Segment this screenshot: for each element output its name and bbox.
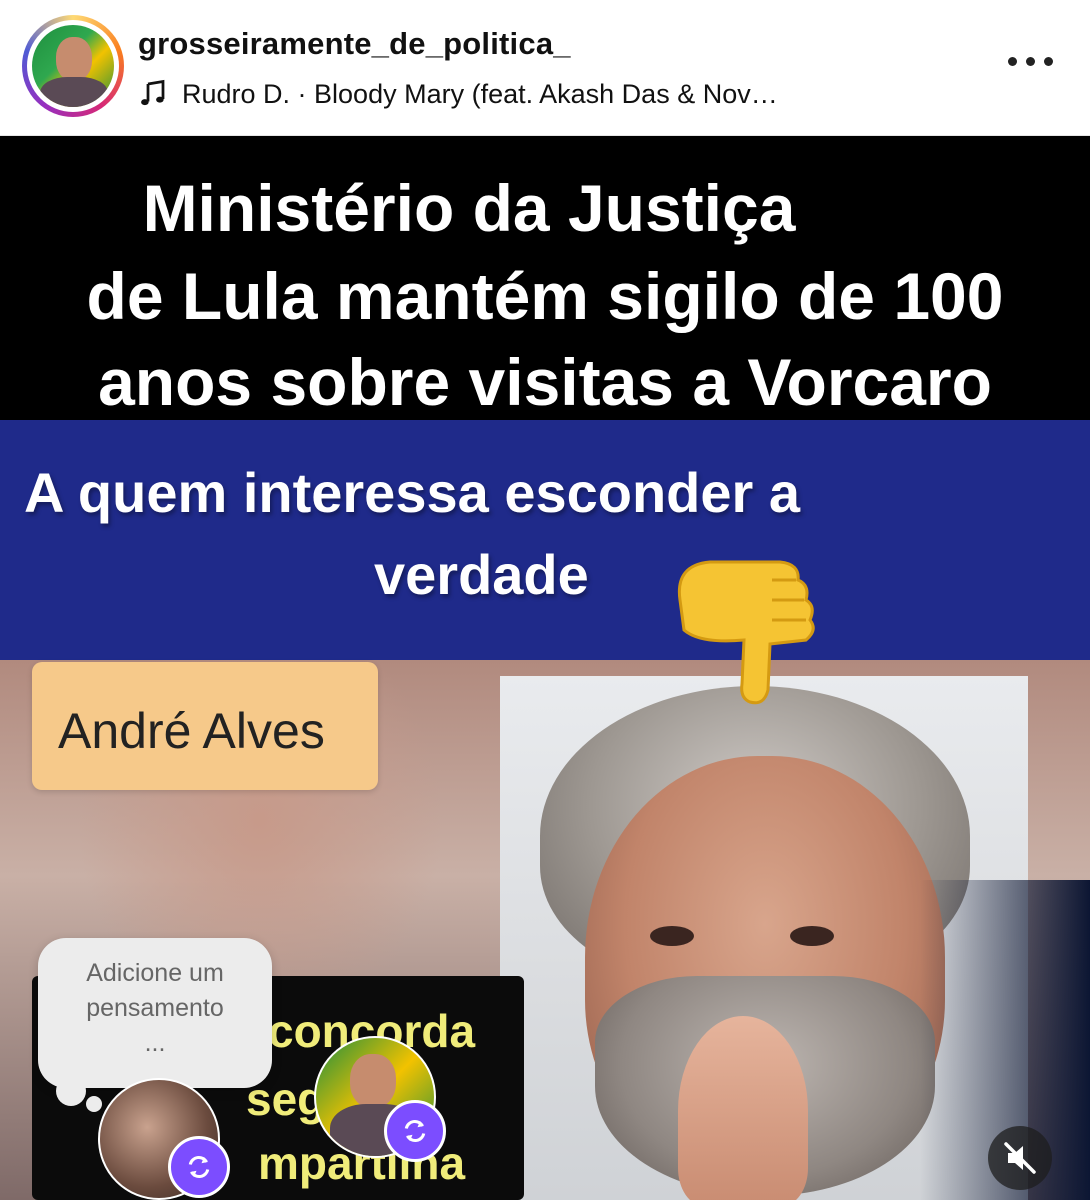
thought-tail bbox=[86, 1096, 102, 1112]
portrait-hands bbox=[678, 1016, 808, 1200]
question-line: A quem interessa esconder a bbox=[24, 461, 801, 524]
avatar-image bbox=[32, 25, 114, 107]
question-band: A quem interessa esconder a verdade bbox=[0, 420, 1090, 660]
avatar-face bbox=[56, 37, 92, 81]
headline-block: Ministério da Justiça de Lula mantém sig… bbox=[0, 136, 1090, 420]
repost-badge[interactable] bbox=[168, 1136, 230, 1198]
avatar-border bbox=[27, 20, 119, 112]
repost-icon bbox=[404, 1119, 426, 1143]
avatar-suit bbox=[40, 77, 108, 107]
music-note-icon bbox=[141, 79, 165, 106]
portrait-eye bbox=[650, 926, 694, 946]
pointing-down-hand-icon bbox=[677, 560, 815, 705]
audio-title: Rudro D. · Bloody Mary (feat. Akash Das … bbox=[182, 78, 778, 109]
dot bbox=[1008, 57, 1017, 66]
avatar-face bbox=[350, 1054, 396, 1108]
question-line: verdade bbox=[374, 543, 589, 606]
thought-line: pensamento bbox=[86, 994, 224, 1022]
thought-text: Adicione um pensamento ... bbox=[38, 956, 272, 1061]
thought-line: Adicione um bbox=[86, 959, 224, 987]
name-tag-text: André Alves bbox=[58, 703, 325, 759]
portrait-eye bbox=[790, 926, 834, 946]
dot bbox=[1044, 57, 1053, 66]
headline-line: anos sobre visitas a Vorcaro bbox=[98, 345, 992, 419]
headline-line: de Lula mantém sigilo de 100 bbox=[86, 259, 1004, 333]
username-link[interactable]: grosseiramente_de_politica_ bbox=[138, 26, 571, 62]
name-tag: André Alves bbox=[32, 662, 378, 790]
audio-link[interactable]: Rudro D. · Bloody Mary (feat. Akash Das … bbox=[138, 78, 778, 110]
more-options-icon[interactable] bbox=[1008, 55, 1056, 69]
profile-avatar[interactable] bbox=[22, 15, 124, 117]
thought-line: ... bbox=[144, 1029, 166, 1057]
repost-badge[interactable] bbox=[384, 1100, 446, 1162]
mute-button[interactable] bbox=[988, 1126, 1052, 1190]
headline-line: Ministério da Justiça bbox=[142, 171, 796, 245]
dot bbox=[1026, 57, 1035, 66]
add-thought-bubble[interactable]: Adicione um pensamento ... bbox=[38, 938, 272, 1088]
post-header: grosseiramente_de_politica_ Rudro D. · B… bbox=[0, 0, 1090, 136]
mute-icon bbox=[1004, 1142, 1036, 1174]
repost-icon bbox=[188, 1155, 210, 1179]
thought-tail bbox=[56, 1076, 86, 1106]
